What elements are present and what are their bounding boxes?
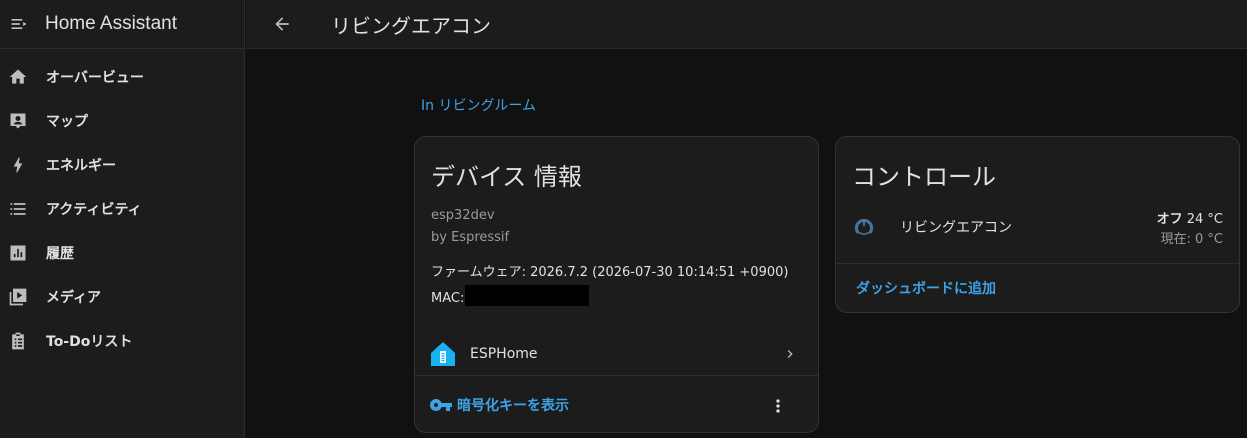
sidebar-item-label: マップ xyxy=(46,114,88,130)
chart-box-icon xyxy=(7,242,29,264)
integration-name: ESPHome xyxy=(470,346,538,362)
device-model: esp32dev xyxy=(431,208,495,223)
encryption-button-label: 暗号化キーを表示 xyxy=(457,398,569,414)
back-arrow-icon[interactable] xyxy=(270,12,294,36)
app-title: Home Assistant xyxy=(45,13,177,34)
sidebar: Home Assistant オーバービュー マップ エネルギー アクティビティ… xyxy=(0,0,245,438)
card-divider xyxy=(415,375,818,376)
top-app-bar: リビングエアコン xyxy=(246,0,1247,49)
add-to-dashboard-button[interactable]: ダッシュボードに追加 xyxy=(856,278,996,298)
page-title: リビングエアコン xyxy=(331,13,491,38)
show-encryption-key-button[interactable]: 暗号化キーを表示 xyxy=(429,393,569,417)
sidebar-header: Home Assistant xyxy=(0,0,244,49)
card-title: デバイス 情報 xyxy=(431,163,582,191)
controls-card: コントロール リビングエアコン オフ 24 °C 現在: 0 °C ダッシュボー… xyxy=(835,136,1240,313)
chevron-right-icon xyxy=(787,350,793,358)
integration-row[interactable]: ESPHome xyxy=(415,333,818,375)
sidebar-item-label: 履歴 xyxy=(46,246,74,262)
sidebar-item-todo[interactable]: To-Doリスト xyxy=(0,319,244,363)
entity-hvac-mode: オフ xyxy=(1156,212,1183,227)
home-icon xyxy=(7,66,29,88)
entity-target-temp: 24 °C xyxy=(1182,212,1223,227)
entity-name: リビングエアコン xyxy=(900,220,1012,236)
climate-entity-row[interactable]: リビングエアコン オフ 24 °C 現在: 0 °C xyxy=(836,205,1239,255)
mac-redaction xyxy=(465,285,589,306)
sidebar-item-activity[interactable]: アクティビティ xyxy=(0,187,244,231)
entity-state: オフ 24 °C xyxy=(1157,208,1223,227)
key-icon xyxy=(429,399,452,412)
sidebar-item-label: オーバービュー xyxy=(46,70,144,86)
device-info-card: デバイス 情報 esp32dev by Espressif ファームウェア: 2… xyxy=(414,136,819,433)
map-icon xyxy=(7,110,29,132)
menu-toggle-icon[interactable] xyxy=(8,13,30,35)
lightning-icon xyxy=(7,154,29,176)
sidebar-item-history[interactable]: 履歴 xyxy=(0,231,244,275)
esphome-icon xyxy=(431,342,455,366)
clipboard-list-icon xyxy=(7,330,29,352)
media-icon xyxy=(7,286,29,308)
list-icon xyxy=(7,198,29,220)
area-link[interactable]: In リビングルーム xyxy=(421,95,536,115)
card-divider xyxy=(836,263,1239,264)
device-firmware: ファームウェア: 2026.7.2 (2026-07-30 10:14:51 +… xyxy=(431,265,789,280)
more-vert-icon[interactable] xyxy=(768,395,788,417)
sidebar-item-label: メディア xyxy=(46,290,102,306)
sidebar-item-map[interactable]: マップ xyxy=(0,99,244,143)
entity-current-temp: 現在: 0 °C xyxy=(1160,232,1224,247)
sidebar-item-label: To-Doリスト xyxy=(46,334,133,350)
sidebar-nav: オーバービュー マップ エネルギー アクティビティ 履歴 メディア To-Doリ… xyxy=(0,49,244,363)
sidebar-item-overview[interactable]: オーバービュー xyxy=(0,55,244,99)
card-title: コントロール xyxy=(852,163,996,191)
sidebar-item-label: アクティビティ xyxy=(46,202,142,218)
device-manufacturer: by Espressif xyxy=(431,230,510,245)
device-mac-label: MAC: xyxy=(431,291,465,306)
sidebar-item-energy[interactable]: エネルギー xyxy=(0,143,244,187)
sidebar-item-media[interactable]: メディア xyxy=(0,275,244,319)
thermostat-icon xyxy=(854,218,874,238)
sidebar-item-label: エネルギー xyxy=(46,158,116,174)
